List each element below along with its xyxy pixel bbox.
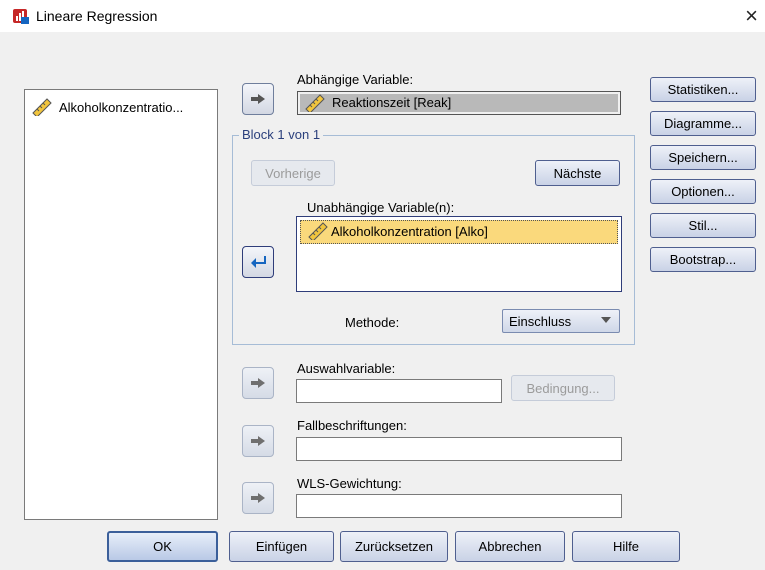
method-select[interactable]: Einschluss <box>502 309 620 333</box>
plots-button[interactable]: Diagramme... <box>650 111 756 136</box>
list-item[interactable]: Alkoholkonzentration [Alko] <box>300 220 618 244</box>
ruler-scale-icon <box>307 222 329 240</box>
reset-button[interactable]: Zurücksetzen <box>340 531 448 562</box>
save-button[interactable]: Speichern... <box>650 145 756 170</box>
paste-button[interactable]: Einfügen <box>229 531 334 562</box>
ok-button[interactable]: OK <box>107 531 218 562</box>
list-item-label: Alkoholkonzentratio... <box>59 100 184 115</box>
move-to-selection-button[interactable] <box>242 367 274 399</box>
previous-button[interactable]: Vorherige <box>251 160 335 186</box>
app-icon <box>12 7 30 25</box>
arrow-right-icon <box>251 94 265 104</box>
move-to-wls-button[interactable] <box>242 482 274 514</box>
chevron-down-icon <box>601 317 611 323</box>
method-label: Methode: <box>345 315 400 330</box>
dependent-field[interactable]: Reaktionszeit [Reak] <box>297 91 621 115</box>
wls-field[interactable] <box>296 494 622 518</box>
ruler-scale-icon <box>304 94 326 112</box>
condition-button[interactable]: Bedingung... <box>511 375 615 401</box>
arrow-left-icon <box>251 256 266 268</box>
arrow-right-icon <box>251 493 265 503</box>
window-title: Lineare Regression <box>36 8 158 24</box>
options-button[interactable]: Optionen... <box>650 179 756 204</box>
move-to-dependent-button[interactable] <box>242 83 274 115</box>
case-labels-field[interactable] <box>296 437 622 461</box>
next-button[interactable]: Nächste <box>535 160 620 186</box>
ruler-scale-icon <box>31 98 53 116</box>
dependent-value: Reaktionszeit [Reak] <box>332 95 452 110</box>
selection-label: Auswahlvariable: <box>297 361 396 376</box>
wls-label: WLS-Gewichtung: <box>297 476 402 491</box>
list-item-label: Alkoholkonzentration [Alko] <box>331 224 488 239</box>
method-value: Einschluss <box>509 314 572 329</box>
source-variable-list[interactable]: Alkoholkonzentratio... <box>24 89 218 520</box>
arrow-right-icon <box>251 378 265 388</box>
block-legend: Block 1 von 1 <box>239 127 324 142</box>
style-button[interactable]: Stil... <box>650 213 756 238</box>
dependent-label: Abhängige Variable: <box>297 72 414 87</box>
close-button[interactable]: × <box>738 2 765 30</box>
cancel-button[interactable]: Abbrechen <box>455 531 565 562</box>
arrow-right-icon <box>251 436 265 446</box>
independent-variable-list[interactable]: Alkoholkonzentration [Alko] <box>296 216 622 292</box>
case-labels-label: Fallbeschriftungen: <box>297 418 407 433</box>
selection-field[interactable] <box>296 379 502 403</box>
independent-label: Unabhängige Variable(n): <box>307 200 455 215</box>
move-from-independent-button[interactable] <box>242 246 274 278</box>
bootstrap-button[interactable]: Bootstrap... <box>650 247 756 272</box>
statistics-button[interactable]: Statistiken... <box>650 77 756 102</box>
move-to-case-labels-button[interactable] <box>242 425 274 457</box>
help-button[interactable]: Hilfe <box>572 531 680 562</box>
